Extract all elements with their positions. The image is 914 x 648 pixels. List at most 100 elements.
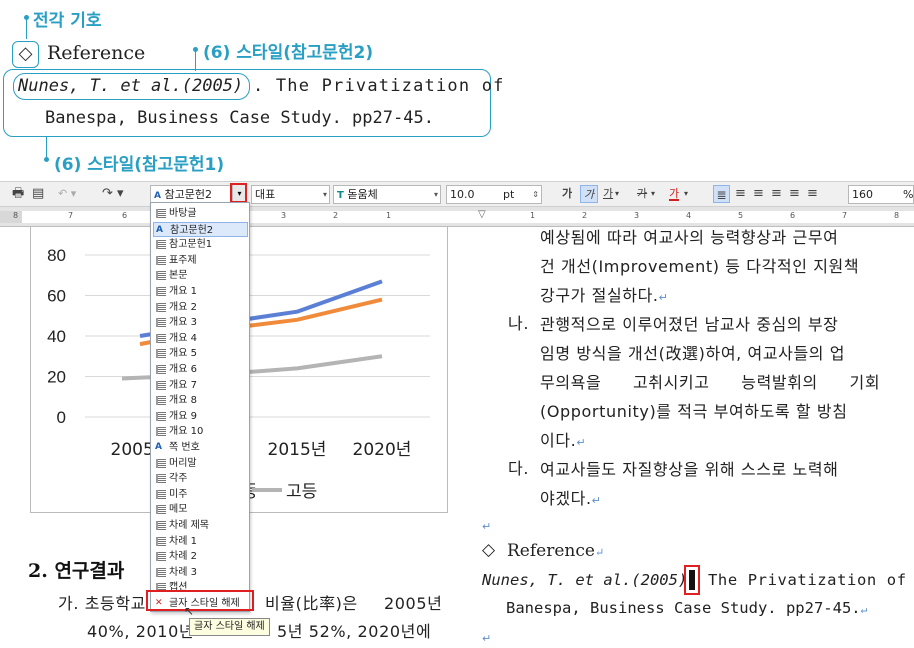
paragraph-mark-icon: ↵ xyxy=(576,436,587,449)
style-item-label: 차례 1 xyxy=(169,535,197,547)
style-item[interactable]: A 쪽 번호 xyxy=(153,440,248,456)
ruler-number: 6 xyxy=(122,211,128,220)
bold-button[interactable]: 가 xyxy=(562,185,572,203)
spin-icon[interactable]: ⇕ xyxy=(532,186,539,203)
preview-title: . The Privatization of xyxy=(253,76,505,96)
paragraph-style-icon xyxy=(156,521,166,530)
font-select[interactable]: T 돋움체 ▾ xyxy=(333,185,441,204)
tooltip: 글자 스타일 해제 xyxy=(189,618,270,636)
style-item[interactable]: 참고문헌1 xyxy=(153,237,248,253)
style-item[interactable]: 개요 8 xyxy=(153,393,248,409)
y-tick-label: 60 xyxy=(47,287,66,306)
right-paragraph: 예상됨에 따라 여교사의 능력향상과 근무여 건 개선(Improvement)… xyxy=(540,223,859,312)
paragraph-style-icon xyxy=(156,489,166,499)
paragraph-mark-icon: ↵ xyxy=(860,603,868,616)
chevron-down-icon[interactable]: ▾ xyxy=(684,185,688,203)
paragraph-style-icon xyxy=(156,365,166,374)
ruler-number: 6 xyxy=(790,211,796,220)
text-line: 예상됨에 따라 여교사의 능력향상과 근무여 xyxy=(540,228,839,247)
annotation-leader xyxy=(46,137,47,157)
annotation-leader xyxy=(195,49,196,71)
style-item-label: 개요 9 xyxy=(169,410,197,422)
paragraph-style-icon xyxy=(156,333,166,343)
y-tick-label: 40 xyxy=(47,327,66,346)
style-item[interactable]: A 참고문헌2 xyxy=(153,221,248,238)
clear-style-highlight xyxy=(146,590,254,611)
style-item[interactable]: 개요 7 xyxy=(153,378,248,394)
align-center-icon[interactable]: ≡ xyxy=(753,185,764,203)
char-style-icon: A xyxy=(155,442,162,452)
style-item[interactable]: 미주 xyxy=(153,487,248,503)
align-divide-icon[interactable]: ≡ xyxy=(807,185,818,203)
ref-authors: Nunes, T. et al.(2005) xyxy=(482,571,688,589)
style-item[interactable]: 차례 1 xyxy=(153,534,248,550)
da-paragraph: 여교사들도 자질향상을 위해 스스로 노력해 야겠다.↵ xyxy=(540,455,839,515)
style-item-label: 개요 2 xyxy=(169,301,197,313)
print-icon[interactable]: 🖶 xyxy=(12,185,24,203)
text-line: 무의욕을 고취시키고 능력발휘의 기회 xyxy=(540,373,881,392)
paragraph-style-icon xyxy=(156,536,166,546)
undo-icon[interactable]: ↶ ▾ xyxy=(58,185,76,203)
ref-diamond: ◇ xyxy=(482,540,496,560)
paragraph-style-select[interactable]: 대표 ▾ xyxy=(251,185,330,204)
text-line: 관행적으로 이루어졌던 남교사 중심의 부장 xyxy=(540,315,839,334)
paragraph-style-icon xyxy=(156,209,166,218)
style-item[interactable]: 개요 6 xyxy=(153,362,248,378)
style-item[interactable]: 표주제 xyxy=(153,253,248,269)
style-item[interactable]: 메모 xyxy=(153,502,248,518)
style-item-label: 개요 5 xyxy=(169,348,197,360)
ruler-margin xyxy=(0,211,22,223)
style-item[interactable]: 각주 xyxy=(153,471,248,487)
font-type-icon: T xyxy=(337,190,344,201)
style-dropdown-list[interactable]: 바탕글 A 참고문헌2 참고문헌1 표주제 본문 개요 1 개요 2 개요 3 개요 4 개요 5 개… xyxy=(150,202,250,612)
strikethrough-button[interactable]: 가 xyxy=(637,185,647,203)
align-justify-icon[interactable]: ≣ xyxy=(713,185,730,203)
italic-button[interactable]: 가 xyxy=(580,185,598,203)
style-item[interactable]: 머리말 xyxy=(153,456,248,472)
paragraph-style-icon xyxy=(156,255,166,265)
style-item[interactable]: 개요 5 xyxy=(153,346,248,362)
ref-heading-text: Reference xyxy=(507,541,595,561)
style-item[interactable]: 개요 9 xyxy=(153,409,248,425)
indent-marker-icon[interactable]: ▽ xyxy=(478,209,486,220)
paragraph-style-icon xyxy=(156,318,166,328)
ruler-number: 5 xyxy=(738,211,744,220)
ruler-number: 3 xyxy=(281,211,287,220)
ruler-number: 4 xyxy=(686,211,692,220)
style-item[interactable]: 개요 1 xyxy=(153,284,248,300)
paragraph-style-icon xyxy=(156,287,166,296)
ref-line2: Banespa, Business Case Study. pp27-45.↵ xyxy=(506,599,867,617)
style-item[interactable]: 차례 제목 xyxy=(153,518,248,534)
style-item[interactable]: 개요 4 xyxy=(153,331,248,347)
legend-label: 고등 xyxy=(286,482,317,502)
align-distribute-icon[interactable]: ≡ xyxy=(789,185,800,203)
style-item[interactable]: 개요 3 xyxy=(153,315,248,331)
font-size-input[interactable]: 10.0 pt ⇕ xyxy=(446,185,542,204)
chevron-down-icon[interactable]: ▾ xyxy=(615,185,619,203)
paragraph-mark-icon: ↵ xyxy=(594,546,605,559)
zoom-input[interactable]: 160 % xyxy=(848,185,914,204)
mouse-pointer-icon: ↖ xyxy=(184,604,195,618)
align-right-icon[interactable]: ≡ xyxy=(771,185,782,203)
list-label-na: 나. xyxy=(508,314,530,333)
align-left-icon[interactable]: ≡ xyxy=(735,185,746,203)
style-item[interactable]: 차례 2 xyxy=(153,549,248,565)
style-item[interactable]: 개요 10 xyxy=(153,424,248,440)
char-style-icon: A xyxy=(154,191,161,201)
preview-icon[interactable]: ▤ xyxy=(32,185,44,203)
paragraph-style-icon xyxy=(156,552,166,562)
ref-line2-text: Banespa, Business Case Study. pp27-45. xyxy=(506,599,861,617)
style-item-label: 머리말 xyxy=(169,457,197,469)
y-tick-label: 20 xyxy=(47,368,66,387)
underline-button[interactable]: 가 xyxy=(603,185,613,203)
style-item[interactable]: 바탕글 xyxy=(153,206,248,222)
chevron-down-icon[interactable]: ▾ xyxy=(651,185,655,203)
redo-icon[interactable]: ↷ ▾ xyxy=(102,185,124,203)
preview-line2: Banespa, Business Case Study. pp27-45. xyxy=(45,108,434,128)
style-item[interactable]: 본문 xyxy=(153,268,248,284)
style-item[interactable]: 차례 3 xyxy=(153,565,248,581)
paragraph-style-icon xyxy=(156,567,166,577)
style-item[interactable]: 개요 2 xyxy=(153,300,248,316)
y-tick-label: 0 xyxy=(57,408,66,427)
font-color-button[interactable]: 가 xyxy=(669,185,680,201)
